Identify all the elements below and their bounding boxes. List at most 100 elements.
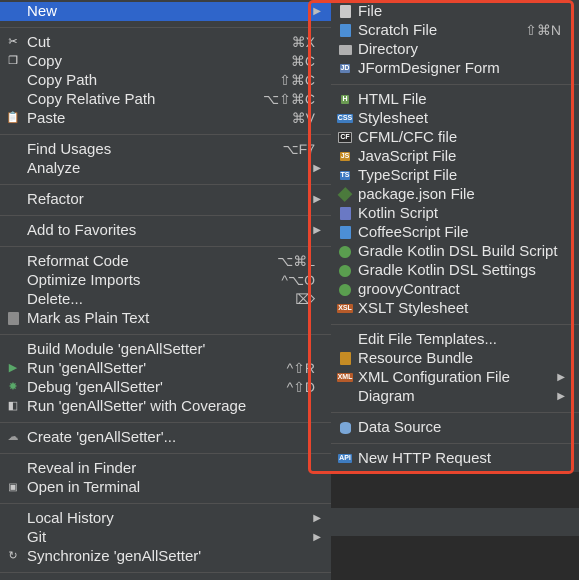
menu-separator bbox=[0, 246, 331, 247]
new-item-data-source[interactable]: Data Source bbox=[331, 418, 579, 437]
javascript-file-icon: JS bbox=[339, 152, 351, 161]
menu-separator bbox=[331, 412, 579, 413]
submenu-arrow-icon: ▶ bbox=[557, 372, 565, 383]
cfml-file-icon: CF bbox=[338, 132, 352, 143]
menu-separator bbox=[331, 84, 579, 85]
new-item-resource-bundle[interactable]: Resource Bundle bbox=[331, 349, 579, 368]
menu-item-cut[interactable]: ✂ Cut ⌘X bbox=[0, 33, 331, 52]
gradle-icon bbox=[338, 264, 352, 277]
menu-item-mark-as-plain-text[interactable]: Mark as Plain Text bbox=[0, 309, 331, 328]
scratch-file-icon bbox=[338, 24, 352, 37]
submenu-arrow-icon: ▶ bbox=[313, 513, 321, 524]
menu-separator bbox=[0, 27, 331, 28]
menu-item-run-with-coverage[interactable]: ◧ Run 'genAllSetter' with Coverage bbox=[0, 397, 331, 416]
menu-item-find-usages[interactable]: Find Usages ⌥F7 bbox=[0, 140, 331, 159]
new-item-gradle-kotlin-build-script[interactable]: Gradle Kotlin DSL Build Script bbox=[331, 242, 579, 261]
menu-item-run[interactable]: ▶ Run 'genAllSetter' ^⇧R bbox=[0, 359, 331, 378]
run-icon: ▶ bbox=[8, 362, 18, 374]
menu-separator bbox=[0, 422, 331, 423]
menu-item-copy-path[interactable]: Copy Path ⇧⌘C bbox=[0, 71, 331, 90]
coverage-icon: ◧ bbox=[7, 400, 19, 412]
typescript-file-icon: TS bbox=[339, 171, 351, 180]
menu-item-analyze[interactable]: Analyze ▶ bbox=[0, 159, 331, 178]
menu-separator bbox=[0, 572, 331, 573]
new-item-xslt-stylesheet[interactable]: XSL XSLT Stylesheet bbox=[331, 299, 579, 318]
menu-item-debug[interactable]: ✸ Debug 'genAllSetter' ^⇧D bbox=[0, 378, 331, 397]
menu-separator bbox=[331, 443, 579, 444]
plain-text-icon bbox=[6, 312, 20, 325]
menu-item-synchronize[interactable]: ↻ Synchronize 'genAllSetter' bbox=[0, 547, 331, 566]
new-submenu: File Scratch File ⇧⌘N Directory JD JForm… bbox=[331, 0, 579, 472]
resource-bundle-icon bbox=[338, 352, 352, 365]
file-icon bbox=[338, 5, 352, 18]
http-request-icon: API bbox=[338, 454, 352, 463]
menu-item-paste[interactable]: 📋 Paste ⌘V bbox=[0, 109, 331, 128]
new-item-scratch-file[interactable]: Scratch File ⇧⌘N bbox=[331, 21, 579, 40]
new-item-cfml-file[interactable]: CF CFML/CFC file bbox=[331, 128, 579, 147]
kotlin-script-icon bbox=[338, 207, 352, 220]
editor-background bbox=[331, 472, 579, 580]
new-item-html-file[interactable]: H HTML File bbox=[331, 90, 579, 109]
submenu-arrow-icon: ▶ bbox=[557, 391, 565, 402]
css-file-icon: CSS bbox=[336, 114, 354, 123]
gradle-icon bbox=[338, 245, 352, 258]
menu-item-build-module[interactable]: Build Module 'genAllSetter' bbox=[0, 340, 331, 359]
coffeescript-file-icon bbox=[338, 226, 352, 239]
menu-separator bbox=[0, 453, 331, 454]
new-item-file[interactable]: File bbox=[331, 2, 579, 21]
menu-item-create-config[interactable]: ☁ Create 'genAllSetter'... bbox=[0, 428, 331, 447]
xslt-file-icon: XSL bbox=[337, 304, 353, 313]
paste-icon: 📋 bbox=[6, 112, 20, 124]
menu-separator bbox=[0, 334, 331, 335]
new-item-gradle-kotlin-settings[interactable]: Gradle Kotlin DSL Settings bbox=[331, 261, 579, 280]
menu-separator bbox=[0, 184, 331, 185]
copy-icon: ❐ bbox=[8, 55, 18, 67]
submenu-arrow-icon: ▶ bbox=[313, 163, 321, 174]
menu-separator bbox=[0, 503, 331, 504]
editor-tab-strip bbox=[331, 508, 579, 536]
folder-icon bbox=[338, 43, 352, 56]
menu-separator bbox=[0, 215, 331, 216]
submenu-arrow-icon: ▶ bbox=[313, 225, 321, 236]
new-item-diagram[interactable]: Diagram ▶ bbox=[331, 387, 579, 406]
menu-separator bbox=[331, 324, 579, 325]
menu-item-reveal-in-finder[interactable]: Reveal in Finder bbox=[0, 459, 331, 478]
new-item-kotlin-script[interactable]: Kotlin Script bbox=[331, 204, 579, 223]
menu-item-new[interactable]: New ▶ bbox=[0, 2, 331, 21]
submenu-arrow-icon: ▶ bbox=[313, 532, 321, 543]
menu-item-copy-relative-path[interactable]: Copy Relative Path ⌥⇧⌘C bbox=[0, 90, 331, 109]
menu-item-git[interactable]: Git ▶ bbox=[0, 528, 331, 547]
submenu-arrow-icon: ▶ bbox=[313, 6, 321, 17]
new-item-stylesheet[interactable]: CSS Stylesheet bbox=[331, 109, 579, 128]
groovy-icon bbox=[338, 283, 352, 296]
menu-item-copy[interactable]: ❐ Copy ⌘C bbox=[0, 52, 331, 71]
package-json-icon bbox=[337, 187, 353, 202]
menu-item-local-history[interactable]: Local History ▶ bbox=[0, 509, 331, 528]
menu-item-optimize-imports[interactable]: Optimize Imports ^⌥O bbox=[0, 271, 331, 290]
menu-item-add-to-favorites[interactable]: Add to Favorites ▶ bbox=[0, 221, 331, 240]
sync-icon: ↻ bbox=[8, 550, 18, 562]
debug-icon: ✸ bbox=[8, 381, 18, 393]
menu-item-reformat-code[interactable]: Reformat Code ⌥⌘L bbox=[0, 252, 331, 271]
jformdesigner-icon: JD bbox=[339, 64, 351, 73]
new-item-edit-file-templates[interactable]: Edit File Templates... bbox=[331, 330, 579, 349]
new-item-xml-configuration-file[interactable]: XML XML Configuration File ▶ bbox=[331, 368, 579, 387]
new-item-jformdesigner-form[interactable]: JD JFormDesigner Form bbox=[331, 59, 579, 78]
new-item-groovy-contract[interactable]: groovyContract bbox=[331, 280, 579, 299]
new-item-directory[interactable]: Directory bbox=[331, 40, 579, 59]
new-item-typescript-file[interactable]: TS TypeScript File bbox=[331, 166, 579, 185]
menu-item-open-in-terminal[interactable]: ▣ Open in Terminal bbox=[0, 478, 331, 497]
new-item-http-request[interactable]: API New HTTP Request bbox=[331, 449, 579, 468]
scissors-icon: ✂ bbox=[8, 36, 18, 48]
new-item-javascript-file[interactable]: JS JavaScript File bbox=[331, 147, 579, 166]
terminal-icon: ▣ bbox=[8, 482, 18, 493]
submenu-arrow-icon: ▶ bbox=[313, 194, 321, 205]
new-item-package-json[interactable]: package.json File bbox=[331, 185, 579, 204]
menu-item-delete[interactable]: Delete... ⌦ bbox=[0, 290, 331, 309]
project-context-menu: New ▶ ✂ Cut ⌘X ❐ Copy ⌘C Copy Path ⇧⌘C C… bbox=[0, 0, 331, 580]
menu-item-refactor[interactable]: Refactor ▶ bbox=[0, 190, 331, 209]
database-icon bbox=[338, 421, 352, 434]
html-file-icon: H bbox=[341, 95, 349, 104]
new-item-coffeescript-file[interactable]: CoffeeScript File bbox=[331, 223, 579, 242]
menu-separator bbox=[0, 134, 331, 135]
